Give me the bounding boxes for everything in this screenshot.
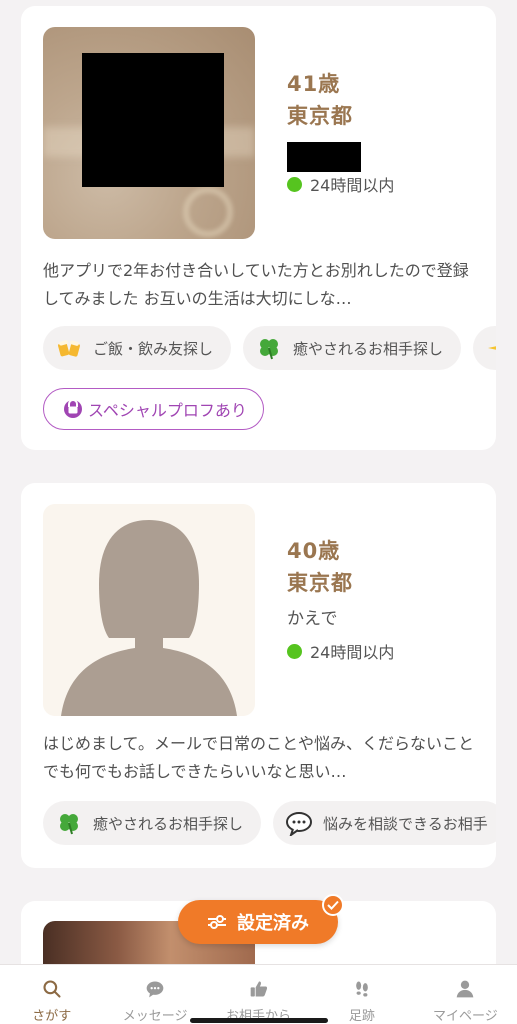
online-dot-icon <box>287 176 302 192</box>
photo-blur-detail <box>183 187 233 237</box>
tab-footprints[interactable]: 足跡 <box>310 965 413 1024</box>
thumbs-up-icon <box>250 981 267 997</box>
interest-tag[interactable]: 悩みを相談できるお相手 <box>273 801 496 845</box>
four-leaf-clover-icon <box>255 334 283 362</box>
profile-info: 40歳 東京都 かえで 24時間以内 <box>287 535 394 663</box>
profile-name: かえで <box>287 609 338 629</box>
interest-tag-label: 悩みを相談できるお相手 <box>323 814 488 833</box>
tab-mypage[interactable]: マイページ <box>414 965 517 1024</box>
tab-label: メッセージ <box>122 1009 188 1024</box>
interest-tags[interactable]: 癒やされるお相手探し 悩みを相談できるお相手 <box>43 801 496 845</box>
interest-tag[interactable]: 癒やされるお相手探し <box>243 326 462 370</box>
profile-photo-placeholder[interactable] <box>43 504 255 716</box>
interest-tag[interactable] <box>473 326 496 370</box>
tab-messages[interactable]: メッセージ <box>103 965 206 1024</box>
sliders-icon <box>207 914 227 930</box>
interest-tag[interactable]: 癒やされるお相手探し <box>43 801 262 845</box>
tab-label: 足跡 <box>348 1009 375 1024</box>
tab-likes[interactable]: お相手から <box>207 965 310 1024</box>
special-profile-badge[interactable]: スペシャルプロフあり <box>43 388 264 430</box>
interest-tag-label: ご飯・飲み友探し <box>93 339 214 358</box>
profile-age: 41歳 <box>287 72 341 96</box>
beer-cheers-icon <box>55 334 83 362</box>
profile-age: 40歳 <box>287 539 341 563</box>
special-profile-label: スペシャルプロフあり <box>88 401 247 420</box>
interest-tag-label: 癒やされるお相手探し <box>293 339 444 358</box>
profile-info: 41歳 東京都 24時間以内 <box>287 68 394 196</box>
four-leaf-clover-icon <box>55 809 83 837</box>
filter-button[interactable]: 設定済み <box>178 894 344 944</box>
profile-name <box>287 138 394 172</box>
online-status: 24時間以内 <box>287 172 394 196</box>
interest-tag-label: 癒やされるお相手探し <box>93 814 244 833</box>
footprints-icon <box>356 981 368 997</box>
tab-search[interactable]: さがす <box>0 965 103 1024</box>
interest-tags[interactable]: ご飯・飲み友探し 癒やされるお相手探し <box>43 326 496 370</box>
search-icon <box>43 980 61 998</box>
sparkle-icon <box>485 334 496 362</box>
profile-photo[interactable] <box>43 27 255 239</box>
online-status: 24時間以内 <box>287 639 394 663</box>
chat-icon <box>146 981 164 998</box>
redaction-box <box>82 53 224 187</box>
filter-button-label: 設定済み <box>237 913 309 934</box>
online-dot-icon <box>287 643 302 659</box>
home-indicator <box>190 1018 328 1023</box>
tab-label: マイページ <box>432 1009 498 1024</box>
lock-icon <box>64 396 82 422</box>
profile-prefecture: 東京都 <box>287 104 353 128</box>
profile-card[interactable]: 41歳 東京都 24時間以内 他アプリで2年お付き合いしていた方とお別れしたので… <box>21 6 496 450</box>
name-redaction-box <box>287 142 361 172</box>
person-icon <box>456 980 474 998</box>
tab-label: さがす <box>32 1009 72 1024</box>
online-status-label: 24時間以内 <box>310 176 395 195</box>
interest-tag[interactable]: ご飯・飲み友探し <box>43 326 232 370</box>
profile-bio: 他アプリで2年お付き合いしていた方とお別れしたので登録してみました お互いの生活… <box>43 261 469 308</box>
profile-bio: はじめまして。メールで日常のことや悩み、くだらないことでも何でもお話しできたらい… <box>43 734 475 781</box>
profile-card[interactable]: 40歳 東京都 かえで 24時間以内 はじめまして。メールで日常のことや悩み、く… <box>21 483 496 868</box>
speech-bubble-icon <box>285 809 313 837</box>
online-status-label: 24時間以内 <box>310 643 395 662</box>
bottom-tab-bar: さがす メッセージ お相手から 足跡 マイページ <box>0 964 517 1024</box>
profile-prefecture: 東京都 <box>287 571 353 595</box>
check-icon <box>322 894 344 916</box>
female-silhouette-icon <box>61 520 237 716</box>
